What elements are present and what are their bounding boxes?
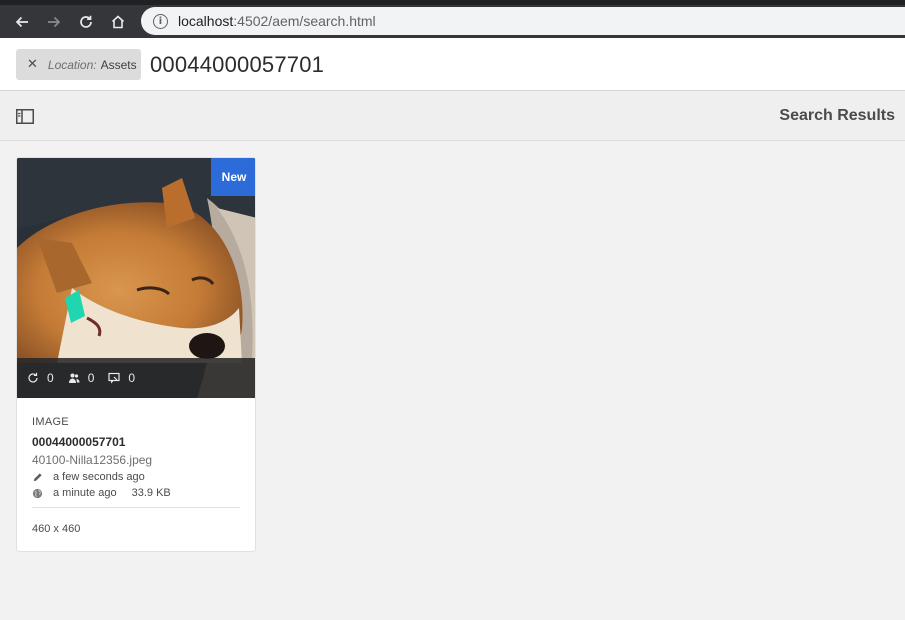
file-size: 33.9 KB bbox=[131, 487, 171, 499]
home-icon bbox=[111, 14, 125, 28]
url-text: localhost:4502/aem/search.html bbox=[178, 13, 376, 29]
search-input[interactable]: 00044000057701 bbox=[150, 52, 324, 78]
action-bar: Search Results bbox=[0, 92, 905, 141]
forward-button[interactable] bbox=[40, 5, 68, 38]
stat-comments: 0 bbox=[108, 371, 135, 385]
search-bar: ✕ Location: Assets 00044000057701 bbox=[0, 38, 905, 91]
page-title: Search Results bbox=[779, 107, 895, 124]
close-icon[interactable]: ✕ bbox=[27, 57, 38, 72]
asset-title[interactable]: 00044000057701 bbox=[32, 435, 240, 449]
asset-stats: 0 0 0 bbox=[17, 358, 255, 398]
stat-value: 0 bbox=[47, 371, 54, 385]
asset-type: IMAGE bbox=[32, 416, 69, 428]
stat-versions: 0 bbox=[27, 371, 54, 385]
asset-thumbnail[interactable]: New 0 0 0 bbox=[17, 158, 255, 398]
url-path: :4502/aem/search.html bbox=[233, 13, 376, 29]
tag-value: Assets bbox=[100, 57, 137, 72]
arrow-left-icon bbox=[15, 16, 28, 27]
pencil-icon bbox=[32, 471, 44, 483]
stat-users: 0 bbox=[68, 371, 95, 385]
reload-button[interactable] bbox=[72, 5, 100, 38]
location-tag[interactable]: ✕ Location: Assets bbox=[16, 49, 141, 80]
home-button[interactable] bbox=[104, 5, 132, 38]
asset-filename: 40100-Nilla12356.jpeg bbox=[32, 453, 153, 467]
asset-dimensions: 460 x 460 bbox=[32, 523, 81, 535]
users-icon bbox=[68, 373, 80, 383]
modified-time: a few seconds ago bbox=[53, 471, 145, 483]
asset-card[interactable]: New 0 0 0 IMAGE 00044000057701 40100-Nil… bbox=[16, 157, 256, 552]
divider bbox=[32, 507, 240, 508]
info-icon[interactable]: i bbox=[153, 13, 168, 29]
stat-value: 0 bbox=[87, 371, 95, 385]
browser-toolbar: i localhost:4502/aem/search.html bbox=[0, 5, 905, 38]
published-row: a minute ago 33.9 KB bbox=[32, 487, 240, 499]
published-time: a minute ago bbox=[53, 487, 117, 499]
tag-label: Location: bbox=[47, 57, 97, 72]
modified-row: a few seconds ago bbox=[32, 471, 240, 483]
new-badge: New bbox=[211, 158, 255, 196]
url-host: localhost bbox=[178, 13, 234, 29]
reload-icon bbox=[80, 15, 92, 28]
back-button[interactable] bbox=[8, 5, 36, 38]
rail-toggle-icon[interactable] bbox=[16, 109, 34, 124]
comment-icon bbox=[108, 372, 120, 384]
globe-icon bbox=[32, 487, 44, 499]
arrow-right-icon bbox=[48, 16, 61, 27]
sync-icon bbox=[28, 372, 38, 383]
asset-meta: IMAGE 00044000057701 40100-Nilla12356.jp… bbox=[17, 398, 255, 535]
address-bar[interactable]: i localhost:4502/aem/search.html bbox=[141, 7, 905, 35]
stat-value: 0 bbox=[128, 371, 136, 385]
